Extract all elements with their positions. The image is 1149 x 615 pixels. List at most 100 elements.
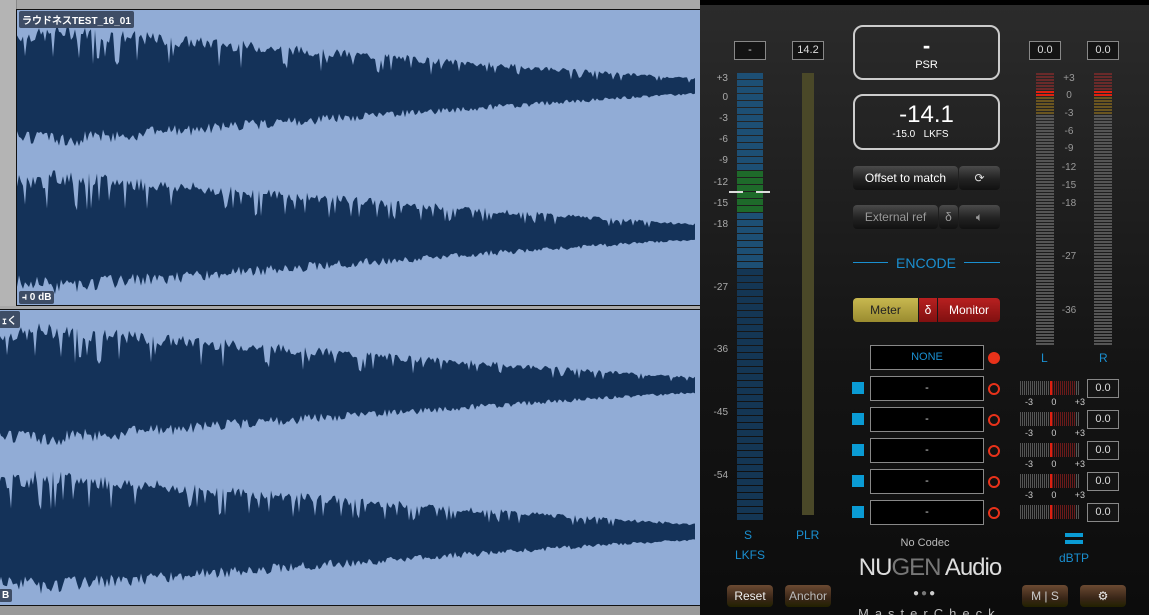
codec-slot[interactable]: - [870,376,984,401]
mini-scale: -3 0 +3 [1025,428,1085,438]
meter-segment [1094,244,1112,246]
codec-enable-checkbox[interactable] [852,382,864,394]
meter-segment [1036,268,1054,270]
ms-button[interactable]: M | S [1022,585,1068,607]
record-icon[interactable] [988,414,1000,426]
meter-segment [737,507,763,513]
meter-segment [737,360,763,366]
record-icon[interactable] [988,352,1000,364]
monitor-button[interactable]: Monitor [938,298,1000,322]
sync-button[interactable]: ⟳ [959,166,1000,190]
offset-to-match-button[interactable]: Offset to match [853,166,958,190]
meter-segment [1036,319,1054,321]
record-icon[interactable] [988,383,1000,395]
scale-tick-label: +3 [1063,73,1075,84]
meter-segment [1036,205,1054,207]
meter-segment [1036,316,1054,318]
meter-segment [737,227,763,233]
codec-slot-none[interactable]: NONE [870,345,984,370]
zero-marker [1050,474,1052,488]
meter-segment [1036,103,1054,105]
meter-segment [1094,226,1112,228]
mini-scale-label: -3 [1025,428,1034,438]
meter-button[interactable]: Meter [853,298,918,322]
link-icon[interactable] [1065,533,1083,537]
record-icon[interactable] [988,507,1000,519]
mini-scale-label: -3 [1025,490,1034,500]
codec-slot[interactable]: - [870,407,984,432]
meter-segment [1094,253,1112,255]
meter-segment [1036,181,1054,183]
plr-meter [802,73,814,515]
delta-monitor-button[interactable]: δ [919,298,937,322]
meter-segment [737,255,763,261]
meter-segment [1094,109,1112,111]
meter-over-zone [1050,474,1076,488]
meter-segment [737,479,763,485]
speaker-button[interactable]: 🔈︎ [959,205,1000,229]
meter-segment [737,234,763,240]
scale-tick-label: +3 [716,73,728,84]
meter-segment [1036,85,1054,87]
meter-segment [1094,124,1112,126]
integrated-loudness-display: -14.1 -15.0 LKFS [853,94,1000,150]
settings-button[interactable]: ⚙ [1080,585,1126,607]
meter-segment [1094,274,1112,276]
meter-segment [1036,289,1054,291]
meter-segment [1094,247,1112,249]
meter-segment [1094,262,1112,264]
codec-slot[interactable]: - [870,500,984,525]
codec-peak-readout: 0.0 [1087,503,1119,522]
target-unit: LKFS [923,129,949,140]
meter-segment [1036,187,1054,189]
meter-segment [737,339,763,345]
product-name: MasterCheck [858,606,1001,615]
record-icon[interactable] [988,445,1000,457]
scale-tick-label: -15 [1061,180,1077,191]
mini-scale-label: 0 [1051,428,1057,438]
meter-segment [1036,247,1054,249]
meter-segment [1036,217,1054,219]
meter-segment [1094,97,1112,99]
meter-segment [1036,262,1054,264]
scale-tick-label: 0 [722,92,728,103]
meter-segment [1036,298,1054,300]
delta-ref-button[interactable]: δ [939,205,958,229]
meter-segment [737,458,763,464]
meter-segment [737,486,763,492]
logo-audio: Audio [940,554,1002,581]
meter-segment [1036,196,1054,198]
meter-segment [737,444,763,450]
codec-enable-checkbox[interactable] [852,413,864,425]
external-ref-button[interactable]: External ref [853,205,938,229]
page-dots[interactable]: ●●● [913,588,937,599]
meter-segment [1036,232,1054,234]
reset-button[interactable]: Reset [727,585,773,607]
meter-segment [737,304,763,310]
scale-tick-label: -18 [713,219,728,230]
audio-clip-1[interactable]: ラウドネスTEST_16_01 ⫞ 0 dB [16,9,706,306]
meter-segment [1036,106,1054,108]
meter-segment [1094,205,1112,207]
meter-segment [1094,316,1112,318]
meter-segment [1094,211,1112,213]
audio-clip-2[interactable]: ｪく B [0,309,706,606]
record-icon[interactable] [988,476,1000,488]
meter-segment [737,367,763,373]
meter-segment [737,297,763,303]
scale-tick-label: -27 [713,282,728,293]
codec-slot[interactable]: - [870,469,984,494]
mini-scale: -3 0 +3 [1025,397,1085,407]
meter-segment [1094,163,1112,165]
codec-enable-checkbox[interactable] [852,506,864,518]
clip-gain-badge[interactable]: B [0,589,13,602]
codec-enable-checkbox[interactable] [852,444,864,456]
meter-segment [737,332,763,338]
codec-enable-checkbox[interactable] [852,475,864,487]
anchor-button[interactable]: Anchor [785,585,831,607]
clip-gain-badge[interactable]: ⫞ 0 dB [19,291,55,304]
meter-segment [737,493,763,499]
meter-segment [1036,274,1054,276]
target-marker-left [729,191,743,193]
codec-slot[interactable]: - [870,438,984,463]
